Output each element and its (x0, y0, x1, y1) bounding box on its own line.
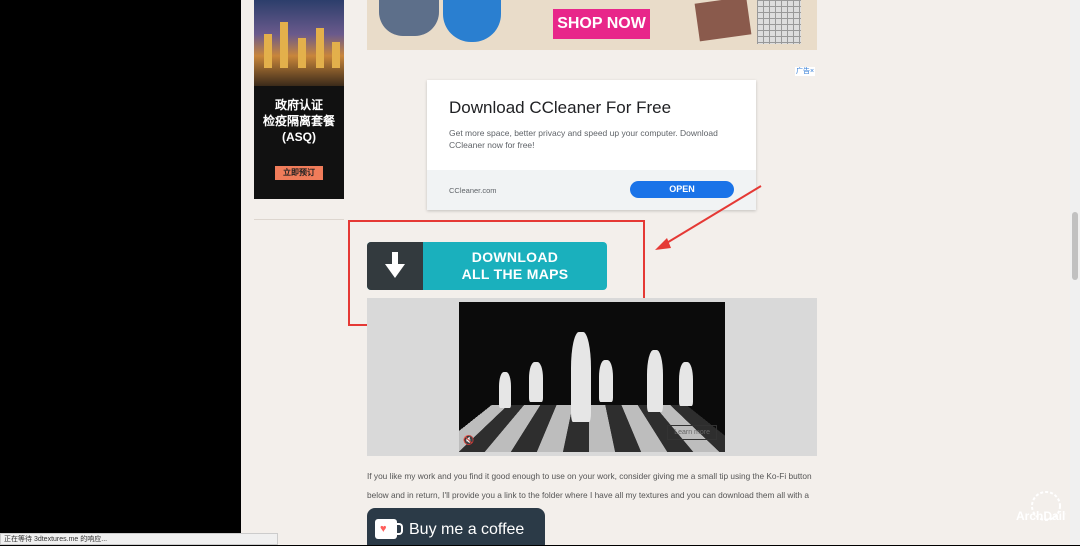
web-page: 政府认证 检疫隔离套餐 (ASQ) 立即预订 SHOP NOW 广告× Down… (241, 0, 1070, 545)
coffee-cup-icon: ♥ (375, 519, 403, 539)
watermark-text: ArchDaily (1016, 509, 1066, 523)
chess-pawn-image (679, 362, 693, 406)
sidebar-ad[interactable]: 政府认证 检疫隔离套餐 (ASQ) 立即预订 (254, 0, 344, 199)
shop-now-button[interactable]: SHOP NOW (553, 9, 650, 39)
browser-status-bar: 正在等待 3dtextures.me 的响应... (0, 533, 278, 545)
video-player[interactable]: Learn more 🔇 (459, 302, 725, 452)
heart-icon: ♥ (380, 523, 387, 535)
sidebar-ad-book-button[interactable]: 立即预订 (275, 166, 323, 180)
watermark-logo-icon: ArchDaily (1016, 491, 1066, 523)
top-banner-ad[interactable]: SHOP NOW (367, 0, 817, 50)
scrollbar-thumb[interactable] (1072, 212, 1078, 280)
fabric-image (694, 0, 752, 42)
ccleaner-ad-url[interactable]: CCleaner.com (449, 186, 497, 195)
chess-pawn-image (499, 372, 511, 408)
notebook-image (757, 0, 801, 44)
chess-king-image (571, 332, 591, 422)
mask-image (379, 0, 439, 36)
mute-icon[interactable]: 🔇 (463, 435, 474, 446)
chess-pawn-image (529, 362, 543, 402)
video-ad[interactable]: Learn more 🔇 (367, 298, 817, 456)
mask-image (443, 0, 501, 42)
annotation-arrow-icon (655, 185, 762, 250)
buy-me-a-coffee-button[interactable]: ♥ Buy me a coffee (367, 508, 545, 545)
ccleaner-ad-description: Get more space, better privacy and speed… (449, 128, 718, 150)
ccleaner-ad-title[interactable]: Download CCleaner For Free (449, 98, 671, 118)
coffee-label: Buy me a coffee (409, 521, 525, 538)
ad-close-icon[interactable]: × (810, 68, 814, 75)
ad-choices-icon[interactable]: 广告× (795, 67, 816, 76)
sidebar-ad-image (254, 0, 344, 86)
sidebar-ad-line1: 政府认证 (274, 98, 323, 112)
ad-badge: 广告 (796, 68, 810, 75)
learn-more-button[interactable]: Learn more (667, 425, 717, 440)
sidebar-ad-line2: 检疫隔离套餐 (262, 114, 335, 128)
chess-bishop-image (647, 350, 663, 412)
chess-pawn-image (599, 360, 613, 402)
sidebar-ad-line3: (ASQ) (282, 130, 316, 144)
divider (254, 219, 344, 220)
